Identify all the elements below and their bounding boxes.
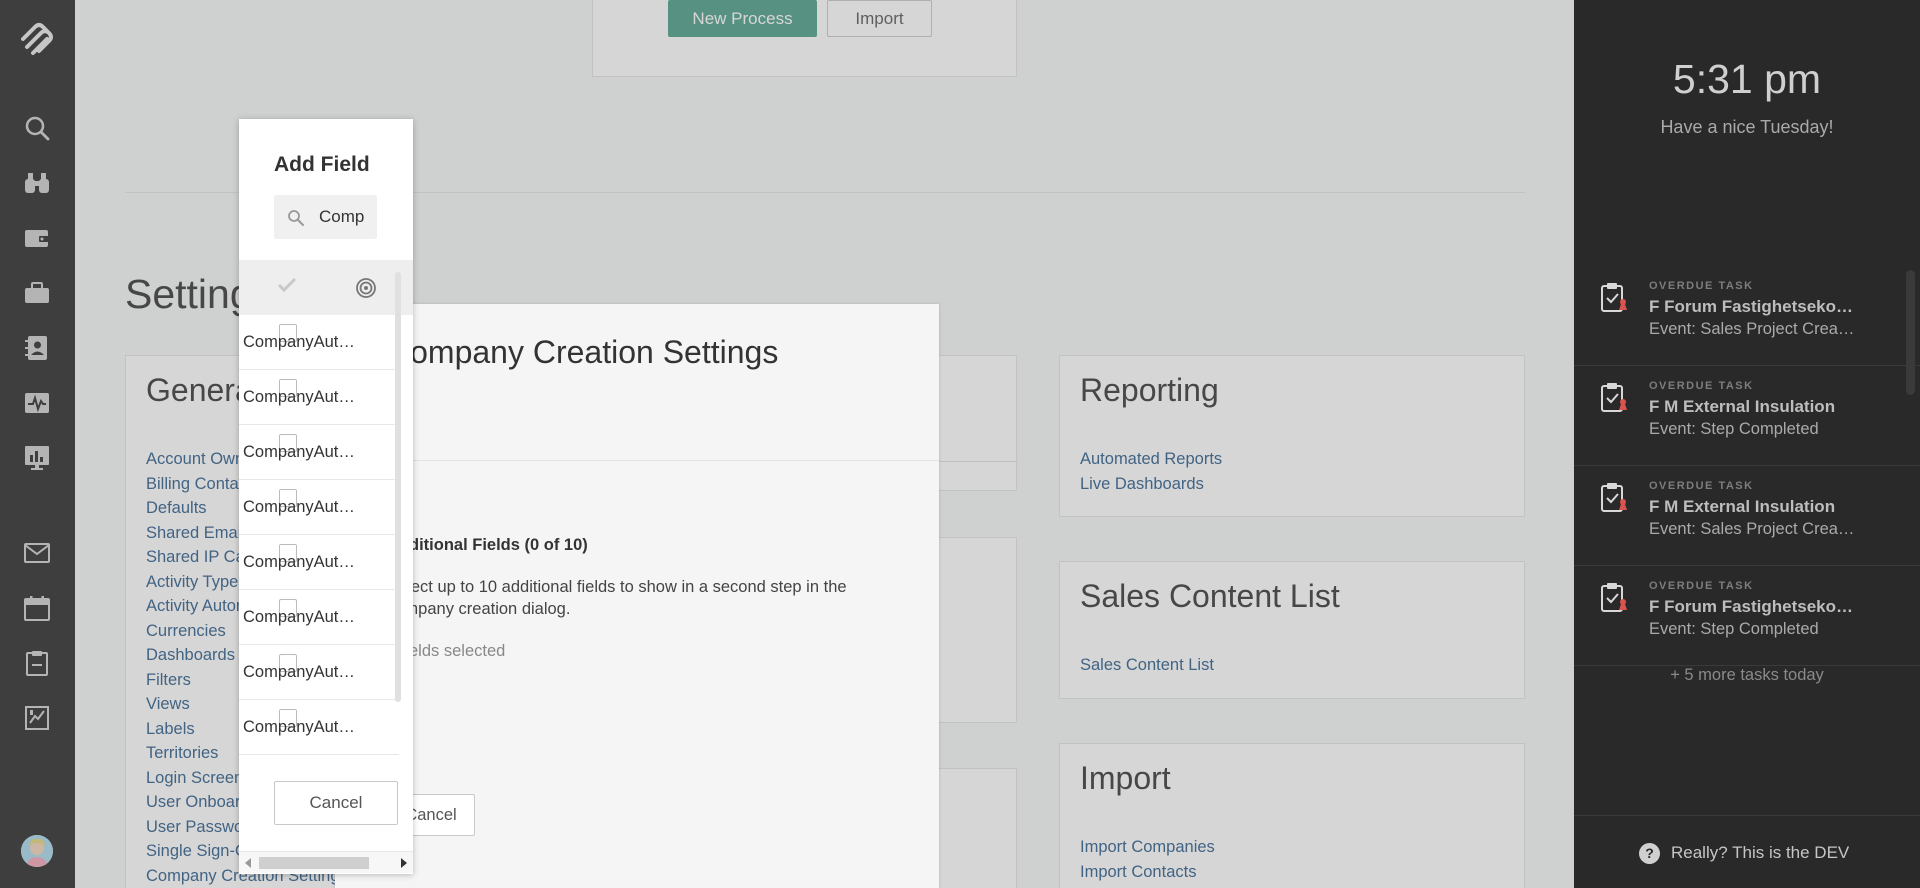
field-option-row[interactable]: CompanyAutomation <box>239 370 399 425</box>
field-option-row[interactable]: CompanyAutomation <box>239 700 399 755</box>
overdue-task-item[interactable]: OVERDUE TASK F M External Insulation Event… <box>1574 466 1920 566</box>
horizontal-scrollbar[interactable] <box>239 851 413 873</box>
dev-notice: ? Really? This is the DEV <box>1574 815 1920 888</box>
field-search-input[interactable] <box>319 205 364 229</box>
field-option-row[interactable]: CompanyAutomation <box>239 480 399 535</box>
task-clipboard-icon <box>1600 282 1630 314</box>
page-scrollbar[interactable] <box>1906 270 1915 395</box>
task-clipboard-icon <box>1600 482 1630 514</box>
scroll-right-icon[interactable] <box>401 858 407 868</box>
field-option-label: CompanyAutomation <box>243 388 364 406</box>
dialog-divider <box>335 460 939 461</box>
task-title: F M External Insulation <box>1649 497 1836 516</box>
additional-fields-desc-1: Select up to 10 additional fields to sho… <box>387 578 847 596</box>
field-option-label: CompanyAutomation <box>243 608 364 626</box>
field-option-row[interactable]: CompanyAutomation <box>239 535 399 590</box>
help-icon: ? <box>1639 843 1660 864</box>
greeting: Have a nice Tuesday! <box>1660 117 1834 137</box>
field-option-label: CompanyAutomation <box>243 498 364 516</box>
check-icon[interactable] <box>277 276 297 299</box>
field-option-label: CompanyAutomation <box>243 718 364 736</box>
task-title: F Forum Fastighetsekonomi <box>1649 297 1859 316</box>
company-creation-settings-dialog: Company Creation Settings Additional Fie… <box>335 304 939 888</box>
scroll-thumb[interactable] <box>259 857 369 869</box>
task-label: OVERDUE TASK <box>1649 280 1754 292</box>
overdue-task-item[interactable]: OVERDUE TASK F M External Insulation Event… <box>1574 366 1920 466</box>
more-tasks-link[interactable]: + 5 more tasks today <box>1574 666 1920 685</box>
task-label: OVERDUE TASK <box>1649 380 1754 392</box>
additional-fields-heading: Additional Fields (0 of 10) <box>387 536 588 554</box>
field-option-label: CompanyAutomation <box>243 443 364 461</box>
task-clipboard-icon <box>1600 382 1630 414</box>
dialog-title: Company Creation Settings <box>387 334 779 370</box>
field-option-label: CompanyAutomation <box>243 333 364 351</box>
task-title: F M External Insulation <box>1649 397 1836 416</box>
add-field-title: Add Field <box>274 153 370 176</box>
field-option-label: CompanyAutomation <box>243 553 364 571</box>
additional-fields-desc-2: company creation dialog. <box>387 600 571 618</box>
vertical-scrollbar[interactable] <box>395 272 401 702</box>
task-clipboard-icon <box>1600 582 1630 614</box>
overdue-task-item[interactable]: OVERDUE TASK F Forum Fastighetsekonomi Eve… <box>1574 566 1920 666</box>
add-field-cancel-button[interactable]: Cancel <box>274 781 398 825</box>
dev-notice-text: Really? This is the DEV <box>1671 843 1850 862</box>
scroll-left-icon[interactable] <box>245 858 251 868</box>
task-event: Event: Step Completed <box>1649 620 1819 638</box>
task-label: OVERDUE TASK <box>1649 480 1754 492</box>
field-option-row[interactable]: CompanyAutomation <box>239 425 399 480</box>
field-option-row[interactable]: CompanyAutomation <box>239 645 399 700</box>
right-panel: 5:31 pm Have a nice Tuesday! OVERDUE TAS… <box>1574 0 1920 888</box>
field-list-header <box>239 260 413 315</box>
field-option-label: CompanyAutomation <box>243 663 364 681</box>
target-icon[interactable] <box>355 277 377 304</box>
add-field-popup: Add Field CompanyAutomation CompanyAutoma… <box>239 119 413 874</box>
field-option-row[interactable]: CompanyAutomation <box>239 315 399 370</box>
task-label: OVERDUE TASK <box>1649 580 1754 592</box>
overdue-task-item[interactable]: OVERDUE TASK F Forum Fastighetsekonomi Eve… <box>1574 266 1920 366</box>
search-icon <box>287 209 304 231</box>
task-event: Event: Step Completed <box>1649 420 1819 438</box>
task-event: Event: Sales Project Created <box>1649 520 1859 538</box>
field-option-row[interactable]: CompanyAutomation <box>239 590 399 645</box>
field-search[interactable] <box>274 195 377 239</box>
task-title: F Forum Fastighetsekonomi <box>1649 597 1859 616</box>
clock-time: 5:31 pm <box>1672 56 1822 102</box>
task-event: Event: Sales Project Created <box>1649 320 1859 338</box>
